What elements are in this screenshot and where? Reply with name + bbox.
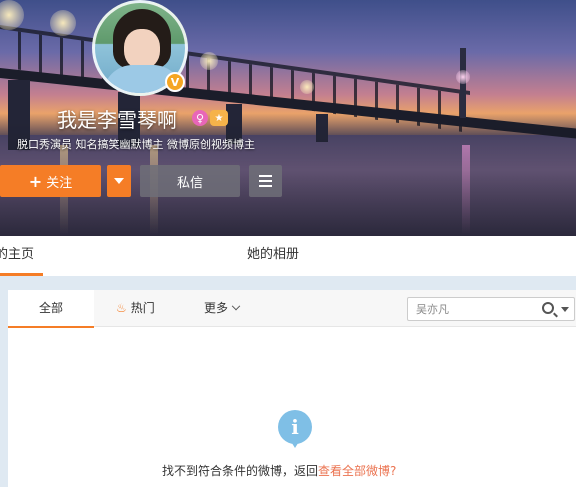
- cover-lamp-glow: [50, 10, 76, 36]
- cover-lamp-glow: [200, 52, 218, 70]
- follow-button[interactable]: + 关注: [0, 165, 101, 197]
- profile-name: 我是李雪琴啊: [57, 108, 177, 132]
- empty-state-message: 找不到符合条件的微博，返回查看全部微博?: [162, 462, 396, 479]
- menu-button[interactable]: [249, 165, 282, 197]
- profile-description: 脱口秀演员 知名搞笑幽默博主 微博原创视频博主: [17, 138, 255, 151]
- verified-badge-icon: V: [165, 72, 185, 92]
- search-icon[interactable]: [542, 302, 554, 314]
- profile-tab-bar: 的主页 她的相册: [0, 236, 576, 276]
- follow-label: 关注: [46, 175, 73, 191]
- empty-state-text: 找不到符合条件的微博，返回: [162, 464, 319, 478]
- menu-icon: [259, 175, 272, 177]
- level-badge-icon[interactable]: ★: [210, 110, 228, 126]
- cover-tower-light: [456, 70, 470, 84]
- tab-home[interactable]: 的主页: [0, 236, 43, 276]
- caret-down-icon[interactable]: [561, 307, 569, 312]
- message-button[interactable]: 私信: [140, 165, 240, 197]
- feed-filter-bar: 全部 ♨ 热门 更多: [8, 290, 576, 328]
- avatar-face: [124, 29, 160, 69]
- tab-more[interactable]: 更多: [204, 290, 241, 327]
- chevron-down-icon: [231, 301, 241, 311]
- tab-more-label: 更多: [204, 301, 229, 315]
- tab-all[interactable]: 全部: [8, 290, 94, 328]
- cover-lamp-glow: [0, 0, 24, 30]
- tab-hot[interactable]: ♨ 热门: [116, 290, 155, 327]
- view-all-link[interactable]: 查看全部微博?: [318, 464, 396, 478]
- search-box: [407, 297, 575, 321]
- flame-icon: ♨: [116, 301, 127, 315]
- caret-down-icon: [114, 178, 124, 184]
- feed-panel: 全部 ♨热门 更多 i 找不到符合条件的微博，返回查看全部微博?: [8, 290, 576, 487]
- tab-album[interactable]: 她的相册: [247, 236, 299, 276]
- female-icon: ♀: [192, 110, 208, 126]
- search-input[interactable]: [408, 298, 528, 320]
- follow-dropdown-button[interactable]: [107, 165, 131, 197]
- cover-lamp-glow: [300, 80, 314, 94]
- info-icon: i: [278, 410, 312, 448]
- plus-icon: +: [28, 171, 43, 191]
- tab-hot-label: 热门: [130, 301, 155, 315]
